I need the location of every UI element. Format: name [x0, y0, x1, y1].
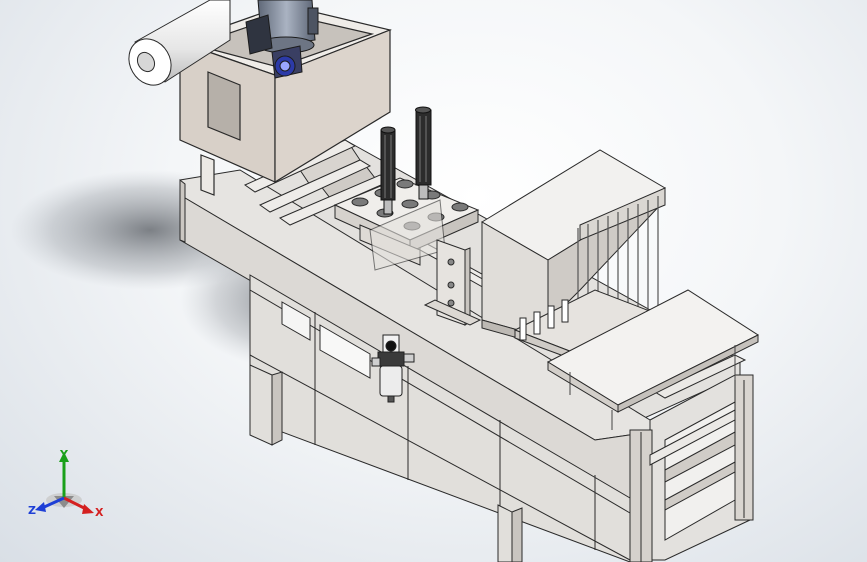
z-axis-label: Z	[28, 504, 36, 517]
x-axis-label: X	[95, 506, 104, 519]
y-axis-label: Y	[59, 448, 69, 461]
machine-model-view[interactable]	[0, 0, 867, 562]
z-axis-arrowhead	[35, 502, 46, 512]
view-orientation-triad[interactable]: Y X Z	[24, 448, 108, 524]
x-axis-arrowhead	[82, 504, 94, 514]
graphics-viewport[interactable]: Y X Z	[0, 0, 867, 562]
